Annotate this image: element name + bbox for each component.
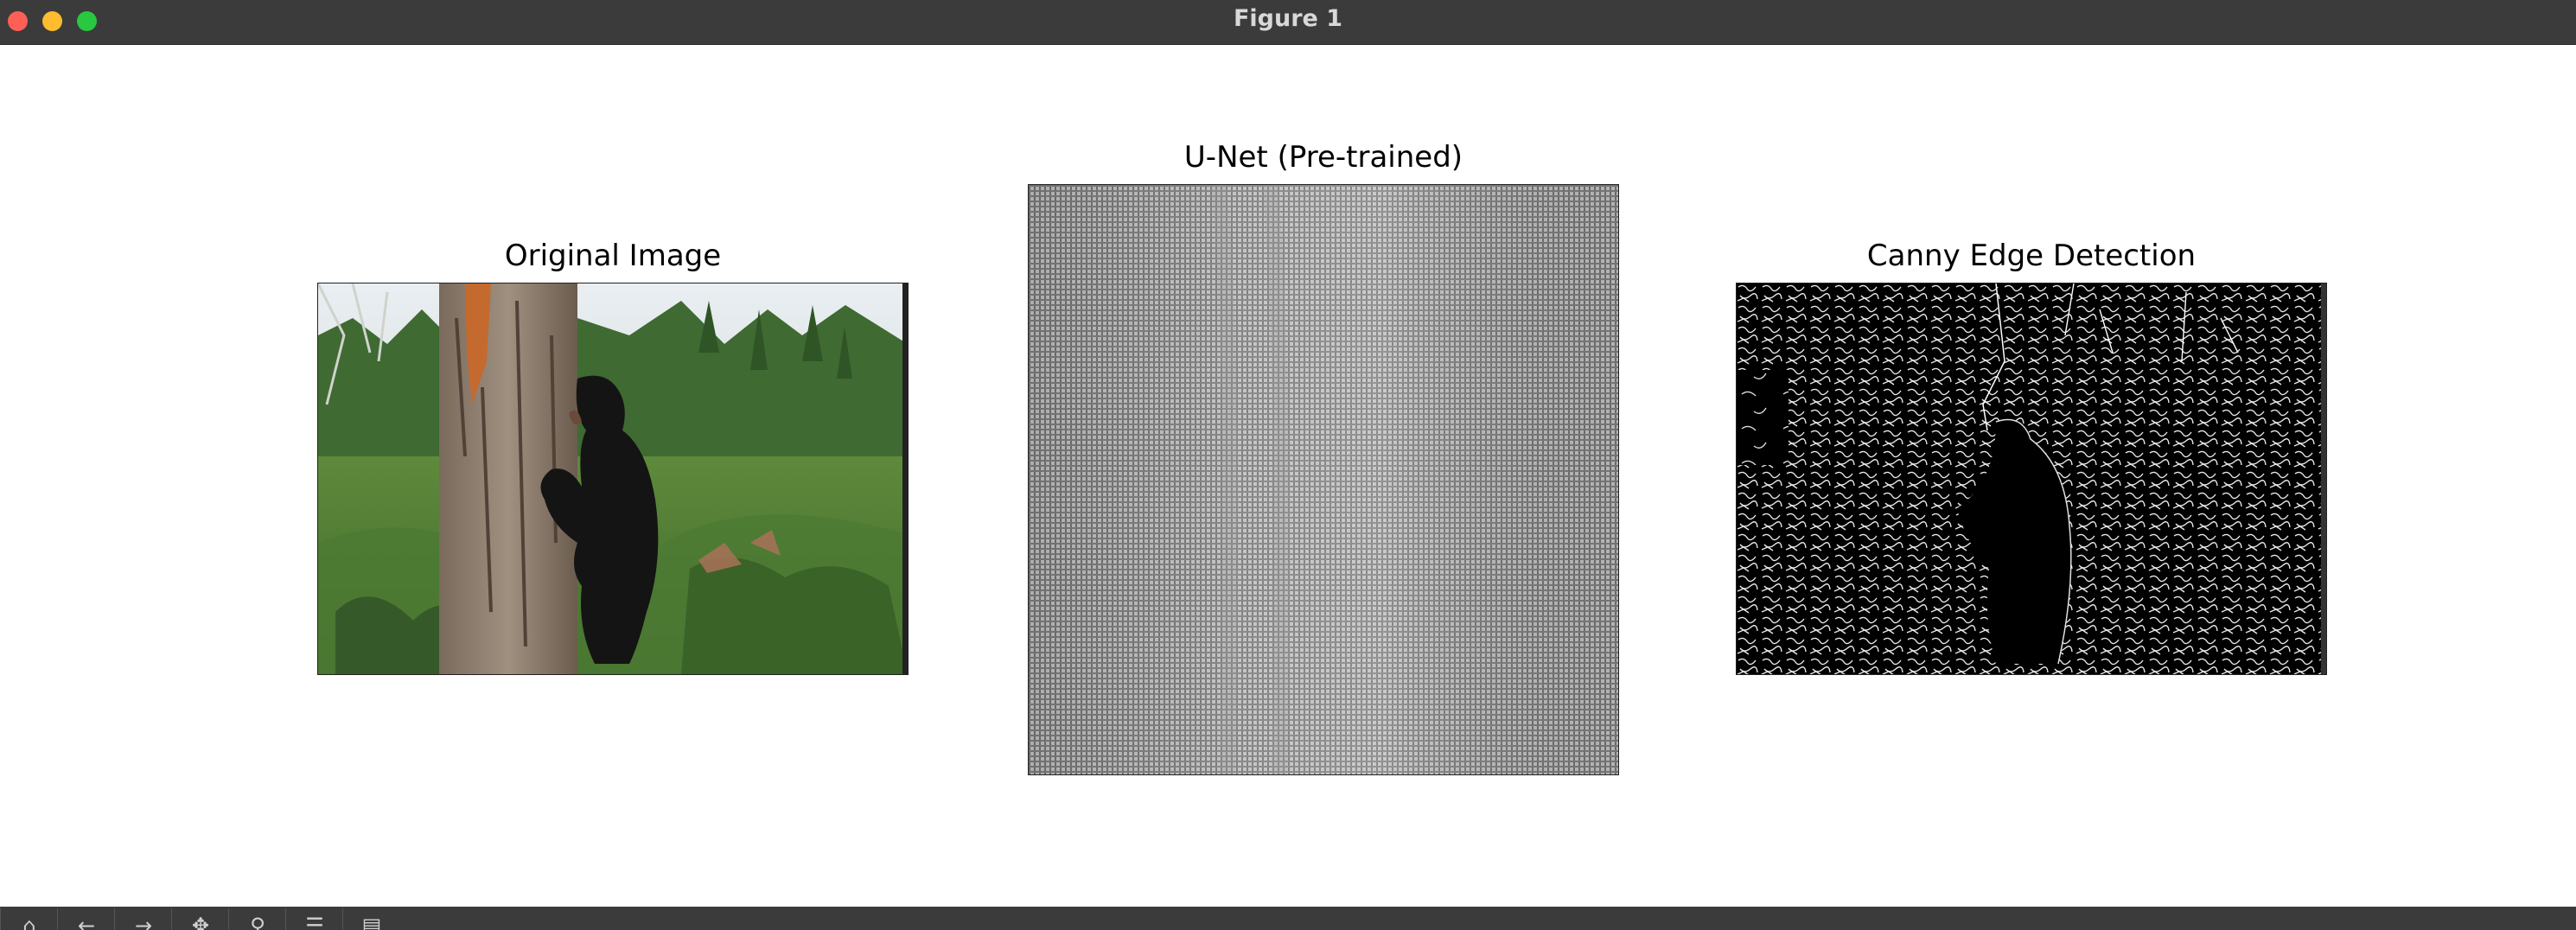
forward-arrow-icon[interactable]: → bbox=[114, 908, 172, 930]
unet-title: U-Net (Pre-trained) bbox=[1183, 140, 1463, 175]
configure-subplots-icon[interactable]: ☰ bbox=[285, 908, 343, 930]
pan-icon[interactable]: ✥ bbox=[171, 908, 229, 930]
zoom-icon[interactable]: ⚲ bbox=[228, 908, 286, 930]
bear-photo bbox=[318, 283, 908, 674]
navigation-toolbar: ⌂ ← → ✥ ⚲ ☰ ▤ bbox=[0, 907, 2576, 930]
canny-edge-image bbox=[1737, 283, 2326, 674]
window-title: Figure 1 bbox=[1233, 5, 1343, 32]
unet-output-panel bbox=[1028, 184, 1619, 775]
canny-title: Canny Edge Detection bbox=[1866, 239, 2197, 273]
figure-canvas: Original Image U-Net (Pre-trained) Canny… bbox=[0, 45, 2576, 906]
home-icon[interactable]: ⌂ bbox=[0, 908, 58, 930]
original-image-title: Original Image bbox=[504, 239, 722, 273]
back-arrow-icon[interactable]: ← bbox=[57, 908, 115, 930]
canny-edge-panel bbox=[1736, 283, 2327, 675]
window-titlebar: Figure 1 bbox=[0, 0, 2576, 45]
save-icon[interactable]: ▤ bbox=[342, 908, 400, 930]
original-image-panel bbox=[317, 283, 909, 675]
unet-output-image bbox=[1029, 185, 1618, 774]
